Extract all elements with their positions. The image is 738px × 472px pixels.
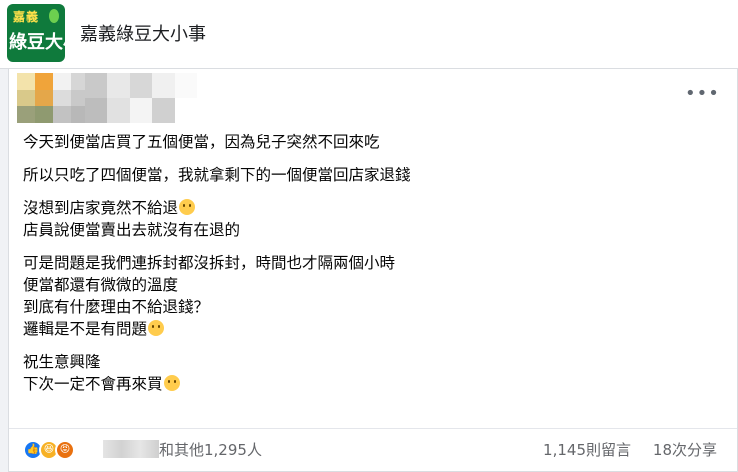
paragraph: 祝生意興隆 下次一定不會再來買 bbox=[23, 351, 717, 395]
post-footer: 👍 😆 😡 和其他1,295人 1,145則留言 18次分享 bbox=[9, 428, 737, 471]
angry-icon[interactable]: 😡 bbox=[55, 440, 75, 460]
paragraph: 今天到便當店買了五個便當，因為兒子突然不回來吃 bbox=[23, 131, 717, 153]
text-span: 邏輯是不是有問題 bbox=[23, 320, 148, 338]
text-line: 可是問題是我們連拆封都沒拆封，時間也才隔兩個小時 bbox=[23, 254, 396, 272]
reactor-name-blurred[interactable] bbox=[103, 440, 159, 458]
post-text: 今天到便當店買了五個便當，因為兒子突然不回來吃 所以只吃了四個便當，我就拿剩下的… bbox=[23, 131, 717, 406]
author-name-blurred[interactable] bbox=[85, 73, 197, 123]
text-line: 所以只吃了四個便當，我就拿剩下的一個便當回店家退錢 bbox=[23, 166, 411, 184]
paragraph: 沒想到店家竟然不給退 店員說便當賣出去就沒有在退的 bbox=[23, 197, 717, 241]
smiling-face-icon bbox=[163, 375, 180, 391]
group-header: 嘉義 綠豆大小 嘉義綠豆大小事 bbox=[0, 0, 738, 69]
text-line: 店員說便當賣出去就沒有在退的 bbox=[23, 221, 241, 239]
text-line: 便當都還有微微的溫度 bbox=[23, 276, 179, 294]
comment-count[interactable]: 1,145則留言 bbox=[543, 439, 631, 460]
text-span: 沒想到店家竟然不給退 bbox=[23, 199, 179, 217]
more-options-icon[interactable]: ••• bbox=[685, 83, 719, 105]
post-card: ••• 今天到便當店買了五個便當，因為兒子突然不回來吃 所以只吃了四個便當，我就… bbox=[8, 69, 738, 472]
text-line: 沒想到店家竟然不給退 bbox=[23, 197, 717, 219]
group-logo[interactable]: 嘉義 綠豆大小 bbox=[7, 4, 65, 62]
thinking-face-icon bbox=[179, 199, 196, 215]
group-name[interactable]: 嘉義綠豆大小事 bbox=[80, 20, 206, 46]
paragraph: 所以只吃了四個便當，我就拿剩下的一個便當回店家退錢 bbox=[23, 164, 717, 186]
paragraph: 可是問題是我們連拆封都沒拆封，時間也才隔兩個小時 便當都還有微微的溫度 到底有什… bbox=[23, 252, 717, 340]
text-line: 到底有什麼理由不給退錢？ bbox=[23, 298, 210, 316]
text-line: 祝生意興隆 bbox=[23, 353, 101, 371]
text-line: 邏輯是不是有問題 bbox=[23, 318, 717, 340]
share-count[interactable]: 18次分享 bbox=[653, 439, 717, 460]
bean-icon bbox=[49, 9, 59, 23]
author-avatar-blurred[interactable] bbox=[17, 73, 89, 123]
logo-top-text: 嘉義 bbox=[13, 10, 40, 24]
text-line: 下次一定不會再來買 bbox=[23, 373, 717, 395]
text-span: 下次一定不會再來買 bbox=[23, 375, 163, 393]
logo-bottom-text: 綠豆大小 bbox=[9, 32, 65, 53]
text-line: 今天到便當店買了五個便當，因為兒子突然不回來吃 bbox=[23, 133, 380, 151]
reaction-count[interactable]: 和其他1,295人 bbox=[159, 439, 262, 460]
frowning-face-icon bbox=[148, 320, 165, 336]
